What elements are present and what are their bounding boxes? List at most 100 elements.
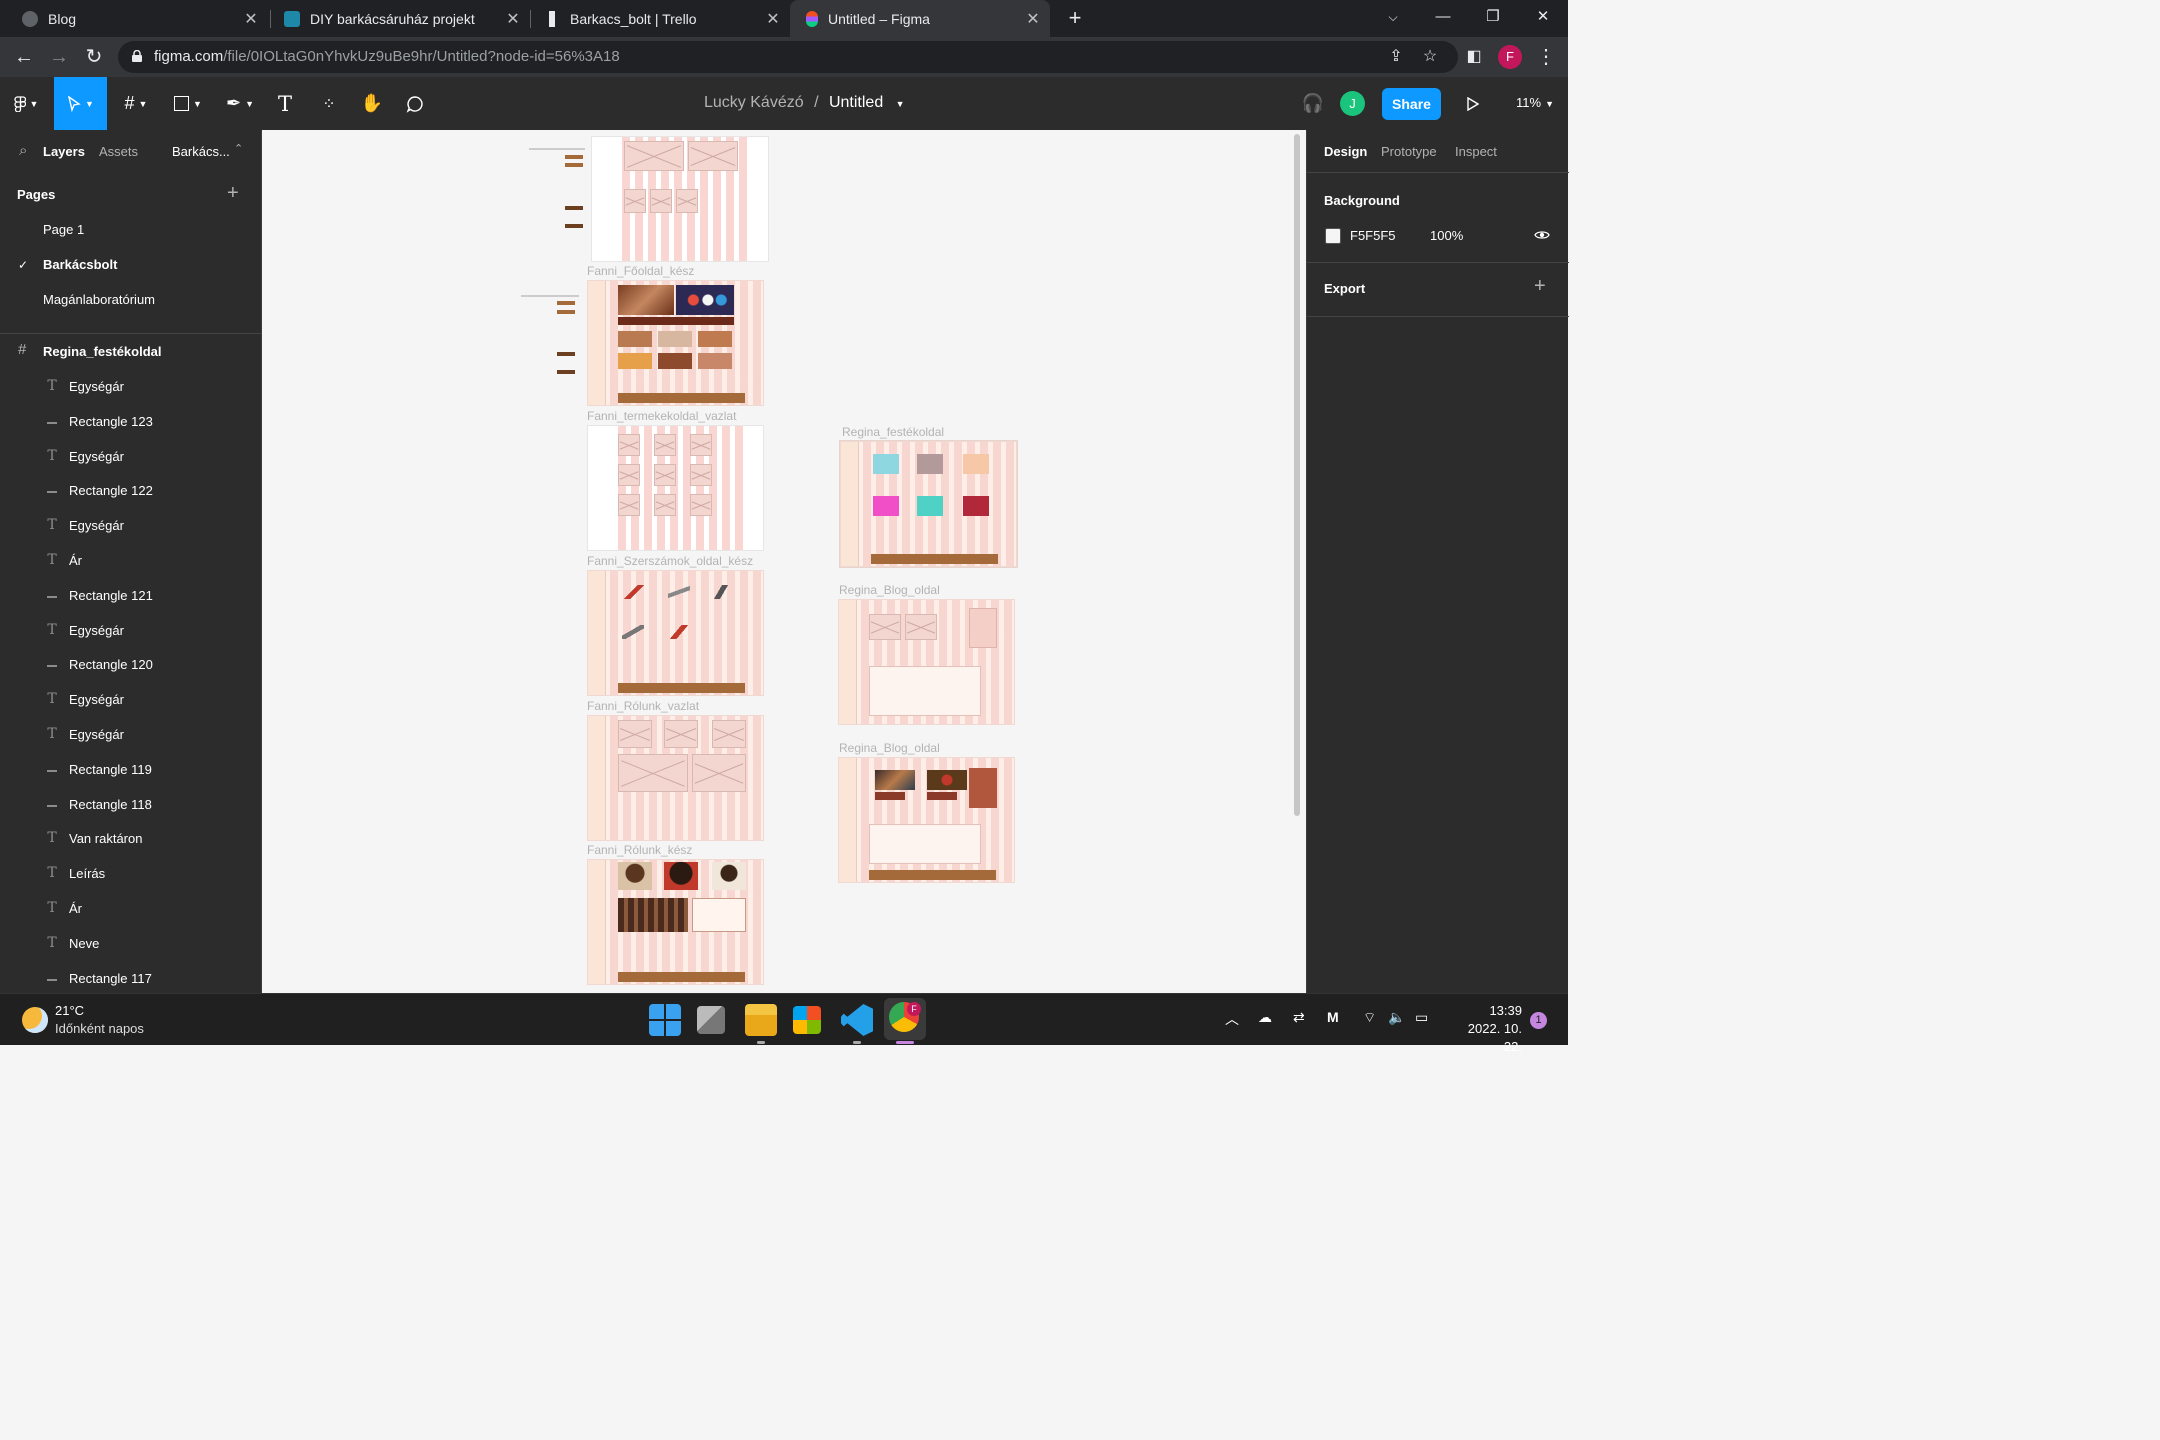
layer-row[interactable]: T Egységár xyxy=(0,689,261,713)
tab-diy-project[interactable]: DIY barkácsáruház projekt ✕ xyxy=(262,0,530,37)
frame-label[interactable]: Fanni_termekekoldal_vazlat xyxy=(587,409,736,423)
vscode-icon[interactable] xyxy=(841,1004,873,1036)
frame-label[interactable]: Fanni_Rólunk_kész xyxy=(587,843,692,857)
bookmark-star-icon[interactable]: ☆ xyxy=(1418,45,1442,69)
close-tab-icon[interactable]: ✕ xyxy=(1022,9,1044,29)
frame-label[interactable]: Regina_festékoldal xyxy=(842,425,944,439)
canvas-frame-fooldal[interactable] xyxy=(587,280,764,406)
restore-icon[interactable]: ❐ xyxy=(1470,0,1516,37)
audio-button[interactable]: 🎧 xyxy=(1298,77,1328,130)
frame-label[interactable]: Fanni_Rólunk_vazlat xyxy=(587,699,699,713)
weather-description[interactable]: Időnként napos xyxy=(55,1021,144,1036)
tab-blog[interactable]: Blog ✕ xyxy=(0,0,268,37)
notification-badge[interactable]: 1 xyxy=(1530,1012,1547,1029)
layer-row[interactable]: Rectangle 120 xyxy=(0,654,261,678)
layer-row[interactable]: Rectangle 117 xyxy=(0,968,261,992)
sync-arrows-icon[interactable]: ⇄ xyxy=(1293,1009,1305,1026)
frame-label[interactable]: Regina_Blog_oldal xyxy=(839,583,940,597)
collaborator-avatar[interactable]: J xyxy=(1340,91,1365,116)
minimize-icon[interactable]: — xyxy=(1420,0,1466,37)
layer-row[interactable]: T Egységár xyxy=(0,515,261,539)
canvas-frame-blog-kesz[interactable] xyxy=(838,757,1015,883)
frame-tool-button[interactable]: # ▼ xyxy=(114,77,158,130)
comment-tool-button[interactable] xyxy=(400,77,430,130)
onedrive-cloud-icon[interactable]: ☁ xyxy=(1258,1009,1272,1026)
present-button[interactable] xyxy=(1460,77,1486,130)
tab-assets[interactable]: Assets xyxy=(99,144,138,159)
close-tab-icon[interactable]: ✕ xyxy=(762,9,784,29)
volume-icon[interactable]: 🔈 xyxy=(1388,1009,1405,1026)
layer-row[interactable]: T Ár xyxy=(0,898,261,922)
background-hex-input[interactable]: F5F5F5 xyxy=(1350,228,1396,243)
battery-icon[interactable]: ▭ xyxy=(1415,1009,1428,1026)
back-icon[interactable]: ← xyxy=(10,43,38,71)
forward-icon[interactable]: → xyxy=(45,43,73,71)
search-icon[interactable]: ⌕ xyxy=(19,142,27,159)
media-icon[interactable]: M xyxy=(1327,1009,1339,1025)
wifi-icon[interactable]: ⌔ xyxy=(1363,1009,1376,1027)
background-opacity-input[interactable]: 100% xyxy=(1430,228,1463,243)
system-clock[interactable]: 13:39 2022. 10. 22. xyxy=(1448,1002,1522,1056)
reload-icon[interactable]: ↻ xyxy=(80,43,108,71)
layer-row[interactable]: T Egységár xyxy=(0,446,261,470)
layer-row[interactable]: T Leírás xyxy=(0,863,261,887)
task-view-icon[interactable] xyxy=(697,1006,725,1034)
page-item-current[interactable]: Barkácsbolt xyxy=(43,257,117,272)
add-page-icon[interactable]: + xyxy=(227,182,239,205)
file-explorer-icon[interactable] xyxy=(745,1004,777,1036)
page-item[interactable]: Magánlaboratórium xyxy=(43,292,155,307)
tab-layers[interactable]: Layers xyxy=(43,144,85,159)
eye-visibility-icon[interactable] xyxy=(1534,229,1550,241)
canvas-frame-festekoldal[interactable] xyxy=(839,440,1018,568)
canvas-frame-szerszamok[interactable] xyxy=(587,570,764,696)
resources-button[interactable]: ⁘ xyxy=(314,77,344,130)
share-button[interactable]: Share xyxy=(1382,88,1441,120)
team-name[interactable]: Lucky Kávézó xyxy=(704,94,804,111)
share-page-icon[interactable]: ⇪ xyxy=(1384,45,1408,69)
frame-label[interactable]: Regina_Blog_oldal xyxy=(839,741,940,755)
profile-avatar[interactable]: F xyxy=(1498,45,1522,69)
layer-row[interactable]: Rectangle 123 xyxy=(0,411,261,435)
canvas-frame-wireframe[interactable] xyxy=(591,136,769,262)
show-hidden-icons-icon[interactable]: ︿ xyxy=(1225,1009,1239,1029)
add-export-icon[interactable]: + xyxy=(1534,275,1546,298)
background-color-swatch[interactable] xyxy=(1325,228,1341,244)
layer-frame-row[interactable]: # Regina_festékoldal xyxy=(0,341,261,365)
canvas-frame-rolunk-vazlat[interactable] xyxy=(587,715,764,841)
canvas-frame-blog-vazlat[interactable] xyxy=(838,599,1015,725)
move-tool-button[interactable]: ▼ xyxy=(54,77,107,130)
frame-label[interactable]: Fanni_Szerszámok_oldal_kész xyxy=(587,554,753,568)
microsoft-store-icon[interactable] xyxy=(793,1006,821,1034)
close-tab-icon[interactable]: ✕ xyxy=(502,9,524,29)
canvas-frame-rolunk-kesz[interactable] xyxy=(587,859,764,985)
layer-row[interactable]: T Ár xyxy=(0,550,261,574)
layer-row[interactable]: T Neve xyxy=(0,933,261,957)
layer-row[interactable]: Rectangle 118 xyxy=(0,794,261,818)
chrome-menu-icon[interactable]: ⋮ xyxy=(1536,43,1556,71)
file-breadcrumb[interactable]: Lucky Kávézó / Untitled ▼ xyxy=(704,94,905,112)
close-window-icon[interactable]: ✕ xyxy=(1520,0,1566,37)
pen-tool-button[interactable]: ✒ ▼ xyxy=(218,77,262,130)
layer-row[interactable]: Rectangle 122 xyxy=(0,480,261,504)
layer-row[interactable]: T Van raktáron xyxy=(0,828,261,852)
close-tab-icon[interactable]: ✕ xyxy=(240,9,262,29)
frame-label[interactable]: Fanni_Főoldal_kész xyxy=(587,264,694,278)
weather-sun-icon[interactable] xyxy=(22,1007,48,1033)
canvas-frame-termekek-wireframe[interactable] xyxy=(587,425,764,551)
text-tool-button[interactable]: T xyxy=(270,77,300,130)
chevron-up-icon[interactable]: ⌃ xyxy=(234,142,243,155)
layer-row[interactable]: T Egységár xyxy=(0,376,261,400)
url-field[interactable]: figma.com/file/0IOLtaG0nYhvkUz9uBe9hr/Un… xyxy=(118,41,1458,73)
page-switcher[interactable]: Barkács... xyxy=(172,144,230,159)
layer-row[interactable]: T Egységár xyxy=(0,724,261,748)
layer-row[interactable]: Rectangle 119 xyxy=(0,759,261,783)
new-tab-button[interactable]: + xyxy=(1063,4,1087,32)
layer-row[interactable]: T Egységár xyxy=(0,620,261,644)
side-panel-icon[interactable]: ◧ xyxy=(1460,43,1488,71)
canvas-vertical-scrollbar[interactable] xyxy=(1294,134,1300,816)
windows-start-icon[interactable] xyxy=(649,1004,681,1036)
zoom-dropdown[interactable]: 11% ▼ xyxy=(1516,95,1554,110)
figma-main-menu-button[interactable]: ▼ xyxy=(4,77,48,130)
file-name[interactable]: Untitled xyxy=(829,94,883,111)
page-item[interactable]: Page 1 xyxy=(43,222,84,237)
